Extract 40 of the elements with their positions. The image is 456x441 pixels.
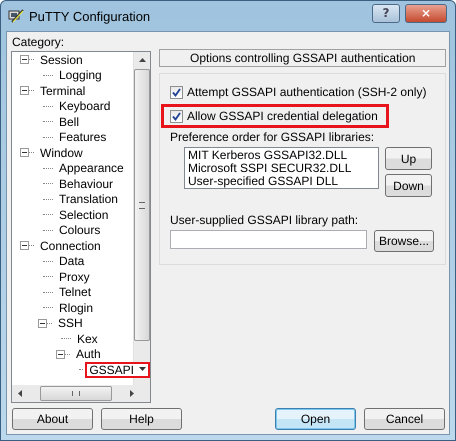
category-label: Category: [11,35,66,49]
path-label: User-supplied GSSAPI library path: [170,213,360,227]
dialog-button[interactable]: About [12,408,93,430]
tree-item[interactable]: Features [55,129,110,146]
tree-item[interactable]: SSH [54,315,87,332]
library-list[interactable]: MIT Kerberos GSSAPI32.DLL Microsoft SSPI SECUR32.DLL User-specified GSSAPI DLL [184,147,379,189]
tree-item[interactable]: Telnet [55,284,96,300]
list-item[interactable]: User-specified GSSAPI DLL [188,175,375,188]
move-button[interactable]: Up [385,147,432,170]
tree-item[interactable]: Proxy [55,268,94,285]
tree-item[interactable]: Keyboard [55,98,114,114]
tree-item[interactable]: Connection [36,238,105,254]
tree-item[interactable]: Behaviour [55,176,118,192]
list-label: Preference order for GSSAPI libraries: [170,130,376,144]
tree-item[interactable]: Logging [55,67,106,84]
checkbox-option[interactable]: Attempt GSSAPI authentication (SSH-2 only) [167,80,438,104]
panel-title: Options controlling GSSAPI authentication [159,49,446,67]
tree-item[interactable]: Colours [55,222,104,238]
tree-item[interactable]: Appearance [55,160,128,176]
window-title: PuTTY Configuration [29,8,152,24]
tree-item[interactable]: Auth [72,346,105,362]
tree-item[interactable]: Kex [73,330,102,347]
tree-item[interactable]: GSSAPI [85,362,150,378]
tree-item[interactable]: Translation [55,191,122,208]
tree-item[interactable]: Bell [55,114,84,130]
tree-item[interactable]: Window [36,144,87,161]
help-button[interactable]: ? [372,4,400,22]
tree-item[interactable]: Session [36,52,87,68]
tree-item[interactable]: Terminal [36,82,90,99]
browse-button[interactable]: Browse... [374,230,434,252]
list-item[interactable]: MIT Kerberos GSSAPI32.DLL [188,149,375,162]
move-button[interactable]: Down [385,174,432,197]
list-item[interactable]: Microsoft SSPI SECUR32.DLL [188,162,375,175]
checkbox-option[interactable]: Allow GSSAPI credential delegation [161,104,389,128]
tree-item[interactable]: Data [55,253,88,270]
dialog-button[interactable]: Cancel [364,408,445,430]
tree-item[interactable]: Selection [55,206,112,223]
tree-item[interactable]: Rlogin [55,300,98,316]
dialog-button[interactable]: Open [275,408,356,430]
dialog-button[interactable]: Help [101,408,182,430]
